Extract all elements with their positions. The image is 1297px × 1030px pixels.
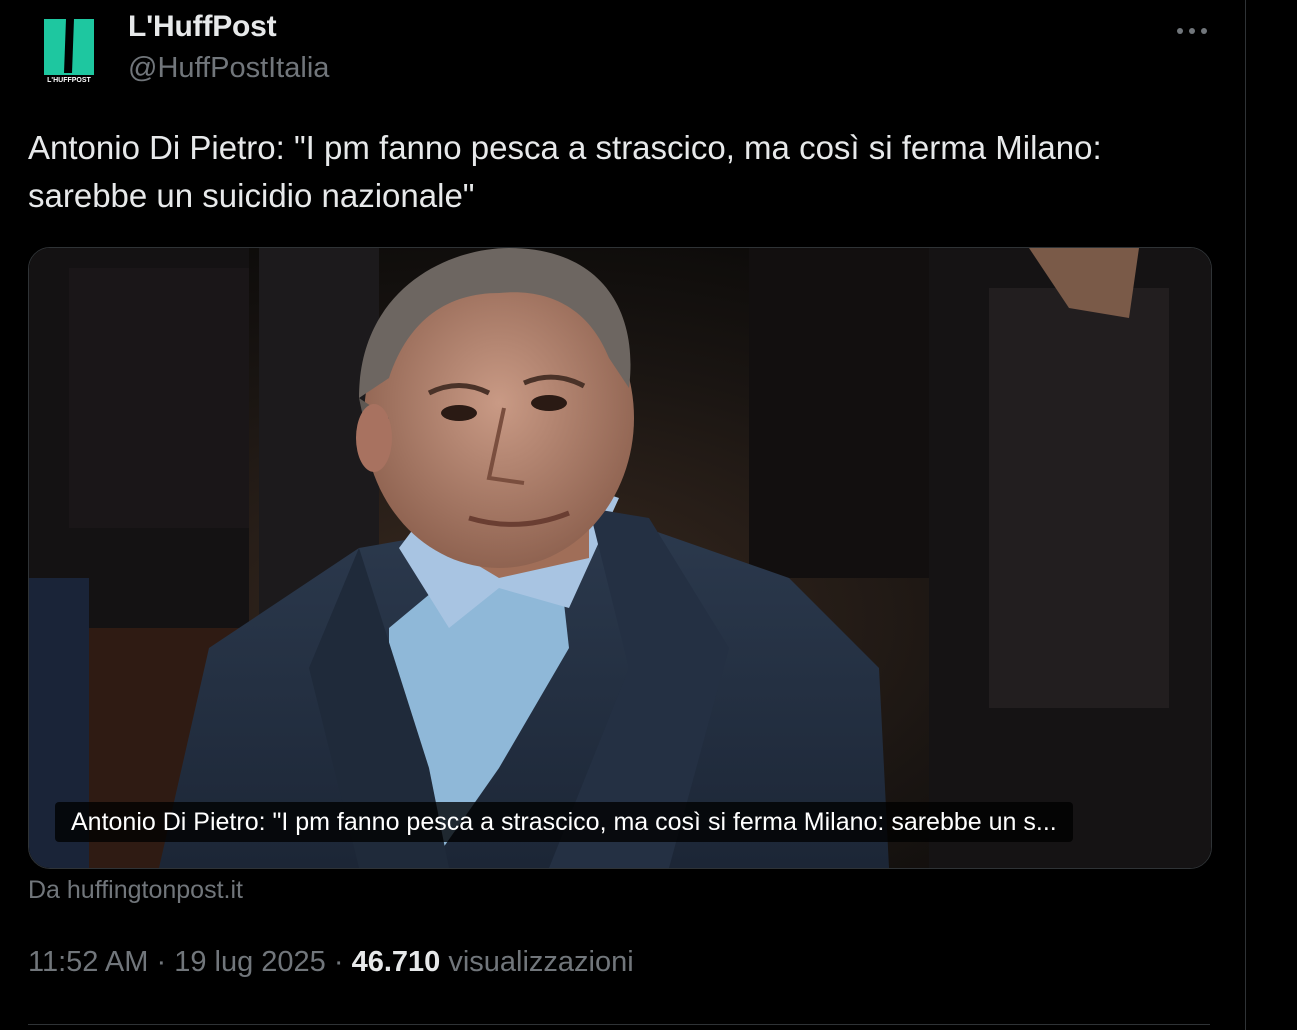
tweet-meta: 11:52 AM · 19 lug 2025 · 46.710 visualiz… bbox=[28, 946, 634, 979]
tweet-time[interactable]: 11:52 AM bbox=[28, 946, 148, 978]
tweet-date[interactable]: 19 lug 2025 bbox=[174, 946, 326, 978]
tweet: L'HUFFPOST L'HuffPost @HuffPostItalia An… bbox=[0, 0, 1245, 1030]
article-photo bbox=[29, 248, 1211, 868]
views-count[interactable]: 46.710 bbox=[352, 946, 441, 978]
page: L'HUFFPOST L'HuffPost @HuffPostItalia An… bbox=[0, 0, 1297, 1030]
author-handle[interactable]: @HuffPostItalia bbox=[128, 52, 329, 85]
avatar-label: L'HUFFPOST bbox=[47, 77, 91, 83]
tweet-text: Antonio Di Pietro: "I pm fanno pesca a s… bbox=[28, 129, 1102, 214]
column-divider bbox=[1245, 0, 1246, 1030]
author-display-name[interactable]: L'HuffPost bbox=[128, 10, 277, 44]
meta-separator: · bbox=[333, 946, 344, 978]
link-card[interactable]: Antonio Di Pietro: "I pm fanno pesca a s… bbox=[28, 247, 1212, 869]
views-label: visualizzazioni bbox=[448, 946, 634, 978]
huffpost-logo-avatar[interactable]: L'HUFFPOST bbox=[42, 19, 96, 83]
bottom-divider bbox=[28, 1024, 1210, 1025]
meta-separator: · bbox=[156, 946, 167, 978]
more-horizontal-icon bbox=[1177, 28, 1207, 34]
more-options-button[interactable] bbox=[1170, 14, 1214, 48]
card-source-link[interactable]: Da huffingtonpost.it bbox=[28, 876, 243, 905]
card-caption: Antonio Di Pietro: "I pm fanno pesca a s… bbox=[55, 802, 1073, 842]
